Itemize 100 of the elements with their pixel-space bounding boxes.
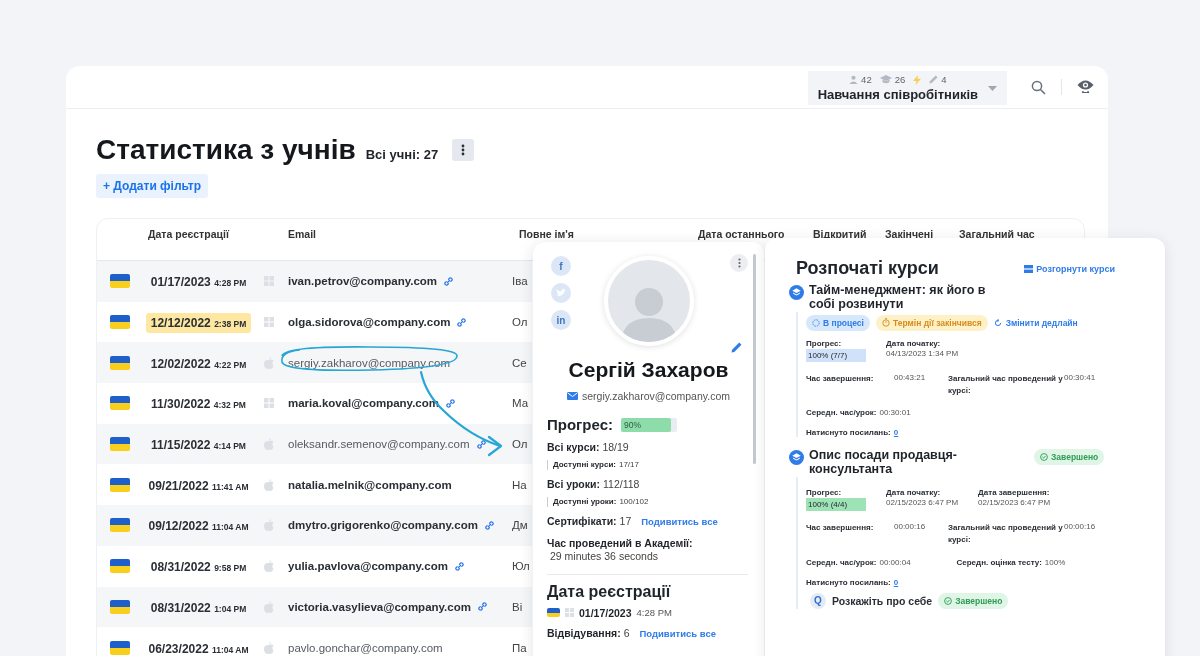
link-icon[interactable] xyxy=(453,560,465,572)
stat-value: 112/118 xyxy=(603,478,640,492)
column-header: Відкритий xyxy=(813,228,867,240)
column-header: Повне ім'я xyxy=(519,228,574,240)
link-icon[interactable] xyxy=(445,397,456,409)
table-row[interactable]: 06/23/2022 11:04 AM pavlo.gonchar@company.com Па xyxy=(97,627,532,656)
status-badge: Завершено xyxy=(938,592,1009,609)
more-icon xyxy=(737,258,741,268)
table-row[interactable]: 08/31/2022 9:58 PM yulia.pavlova@company.com Юл xyxy=(97,545,532,587)
table-row[interactable]: 09/12/2022 11:04 AM dmytro.grigorenko@company.com Дм xyxy=(97,505,532,546)
registration-date: 08/31/2022 1:04 PM xyxy=(149,599,248,617)
course-icon xyxy=(789,450,804,466)
pencil-icon[interactable] xyxy=(731,342,742,353)
email-text: sergiy.zakharov@company.com xyxy=(288,356,451,369)
flag-icon xyxy=(110,274,130,289)
flag-icon xyxy=(547,608,560,618)
full-name-text: Юл xyxy=(512,560,530,573)
registration-date: 12/12/2022 2:38 PM xyxy=(145,313,252,334)
table-row[interactable]: 12/02/2022 4:22 PM sergiy.zakharov@company.com Се xyxy=(97,342,532,384)
metric-label: Середн. час/урок: xyxy=(806,557,877,567)
table-row[interactable]: 01/17/2023 4:28 PM ivan.petrov@company.com Іва xyxy=(97,261,532,302)
registration-date: 08/31/2022 9:58 PM xyxy=(149,559,248,577)
table-row[interactable]: 12/12/2022 2:38 PM olga.sidorova@company.com Ол xyxy=(97,301,532,343)
social-link[interactable]: in xyxy=(551,310,571,330)
change-deadline-link[interactable]: Змінити дедлайн xyxy=(993,317,1078,328)
flag-icon xyxy=(110,640,130,655)
course-progress: 100% (4/4) xyxy=(806,497,866,511)
table-row[interactable]: 11/15/2022 4:14 PM oleksandr.semenov@company.com Ол xyxy=(97,423,532,465)
panel-title: Розпочаті курси xyxy=(796,258,939,279)
metric-label: Загальний час проведений у курсі: xyxy=(948,521,1064,547)
flag-icon xyxy=(110,477,130,492)
column-header: Закінчені xyxy=(885,228,934,240)
table-row[interactable]: 09/21/2022 11:41 AM natalia.melnik@company.com На xyxy=(97,464,532,506)
social-link[interactable]: f xyxy=(551,256,571,276)
lesson-title: Розкажіть про себе xyxy=(832,594,933,607)
apple-icon xyxy=(263,438,274,451)
column-header: Загальний час xyxy=(959,228,1035,240)
registration-time: 4:28 PM xyxy=(636,607,672,619)
bird-icon xyxy=(556,289,566,297)
apple-icon xyxy=(263,478,274,491)
link-icon[interactable] xyxy=(483,519,495,531)
stat-count: 4 xyxy=(941,74,947,85)
add-filter-button[interactable]: + Додати фільтр xyxy=(96,174,209,198)
metric-label: Дата початку: xyxy=(886,487,942,497)
email-text: natalia.melnik@company.com xyxy=(288,478,452,491)
stat-count: 26 xyxy=(894,74,906,85)
full-name-text: Іва xyxy=(512,275,528,288)
more-button[interactable] xyxy=(452,139,475,161)
registration-date: 01/17/2023 xyxy=(579,607,632,619)
metric-label: Середн. оцінка тесту: xyxy=(956,557,1042,567)
clicks-link[interactable]: 0 xyxy=(893,428,899,438)
metric-value: 04/13/2023 1:34 PM xyxy=(886,348,959,358)
spinner-icon xyxy=(812,318,820,327)
metric-label: Дата завершення: xyxy=(978,487,1051,497)
full-name-text: Ма xyxy=(512,397,529,410)
windows-icon xyxy=(263,276,274,287)
registration-date: 09/12/2022 11:04 AM xyxy=(147,518,250,536)
link-icon[interactable] xyxy=(476,601,488,613)
stat-label: Сертифікати: xyxy=(547,515,617,529)
link-icon[interactable] xyxy=(456,316,468,328)
metric-label: Натиснуто посилань: xyxy=(806,428,891,438)
flag-icon xyxy=(110,315,130,330)
email-text: victoria.vasylieva@company.com xyxy=(288,600,471,613)
flag-icon xyxy=(110,355,130,370)
clicks-link[interactable]: 0 xyxy=(893,577,899,587)
workspace-selector[interactable]: 42 26 4 Навчання співробітників xyxy=(807,71,1007,105)
metric-value: 00:00:16 xyxy=(1064,521,1097,533)
flag-icon xyxy=(110,559,130,574)
flag-icon xyxy=(110,599,130,614)
metric-label: Час завершення: xyxy=(806,521,875,534)
column-header: Email xyxy=(288,228,316,240)
registration-date: 11/30/2022 4:32 PM xyxy=(150,396,247,414)
full-name-text: Ві xyxy=(512,600,523,613)
expand-courses-link[interactable]: Розгорнути курси xyxy=(1024,263,1115,274)
check-circle-icon xyxy=(1040,453,1048,462)
column-header: Дата останнього xyxy=(698,228,785,240)
eye-icon[interactable] xyxy=(1077,79,1094,95)
view-all-link[interactable]: Подивитись все xyxy=(639,628,716,641)
table-row[interactable]: 08/31/2022 1:04 PM victoria.vasylieva@company.com Ві xyxy=(97,586,532,628)
metric-label: Середн. час/урок: xyxy=(806,408,877,418)
metric-label: Натиснуто посилань: xyxy=(806,577,891,587)
stat-label: Всі курси: xyxy=(547,441,600,455)
registration-date: 06/23/2022 11:04 AM xyxy=(147,640,250,656)
link-icon[interactable] xyxy=(475,438,487,450)
email-text: oleksandr.semenov@company.com xyxy=(288,438,470,451)
stat-value: 18/19 xyxy=(602,441,629,455)
column-header: Дата реєстрації xyxy=(148,228,229,240)
stat-value: 100/102 xyxy=(619,496,649,508)
stat-label: Всі уроки: xyxy=(547,478,600,492)
course-progress: 100% (7/7) xyxy=(806,348,866,362)
view-all-link[interactable]: Подивитись все xyxy=(641,516,718,529)
registration-date: 09/21/2022 11:41 AM xyxy=(147,477,250,495)
apple-icon xyxy=(263,356,274,369)
scrollbar[interactable] xyxy=(753,254,756,464)
status-badge: Завершено xyxy=(1034,449,1105,466)
link-icon[interactable] xyxy=(443,275,455,287)
full-name-text: Ол xyxy=(512,438,528,451)
metric-label: Прогрес: xyxy=(806,487,843,497)
progress-label: Прогрес: xyxy=(547,416,613,433)
search-icon[interactable] xyxy=(1031,79,1046,95)
